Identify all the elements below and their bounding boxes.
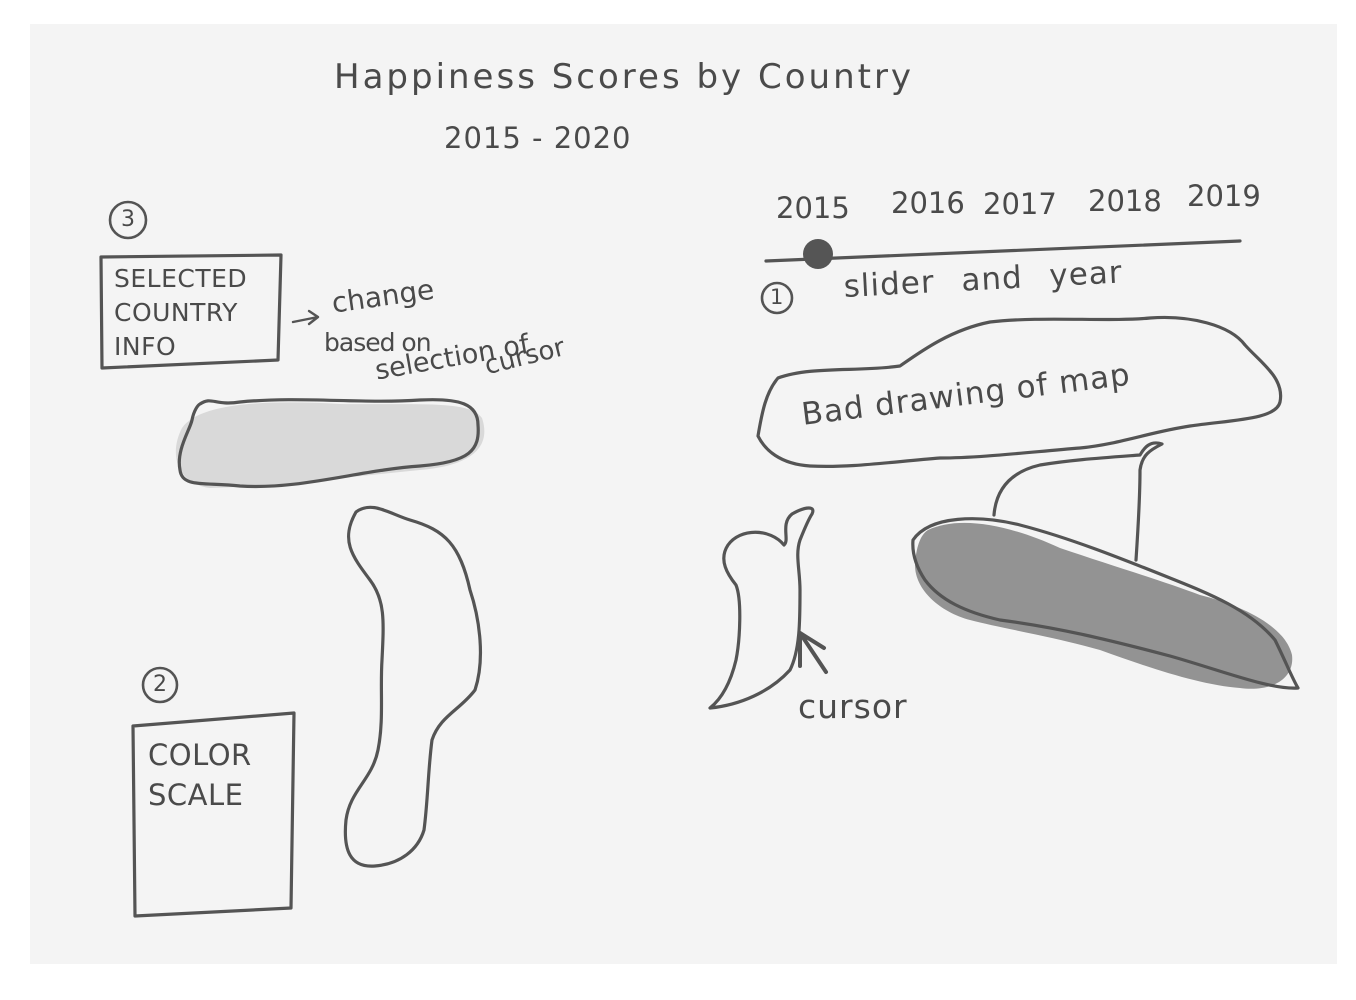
year-tick-2018[interactable]: 2018 (1088, 187, 1162, 216)
slider-number: 1 (770, 285, 784, 309)
slider-track[interactable] (764, 239, 1242, 263)
page-title: Happiness Scores by Country (334, 57, 915, 97)
dark-country-blob (915, 522, 1293, 689)
color-scale-label: COLOR SCALE (148, 738, 252, 812)
legend-number: 2 (153, 672, 167, 697)
continent-shape-tall (343, 505, 483, 868)
year-tick-2016[interactable]: 2016 (891, 189, 965, 218)
selected-country-info-label: SELECTED COUNTRY INFO (114, 264, 248, 361)
page-subtitle: 2015 - 2020 (444, 121, 632, 155)
year-tick-2015[interactable]: 2015 (776, 194, 850, 223)
year-tick-2019[interactable]: 2019 (1187, 182, 1261, 211)
selected-highlight-blob (175, 402, 485, 488)
cursor-label: cursor (798, 687, 908, 726)
country-shape-beak (708, 506, 815, 710)
slider-handle[interactable] (803, 239, 833, 269)
sketch-drawing (99, 200, 1300, 918)
cursor-arrow-icon (798, 631, 828, 674)
info-number: 3 (121, 207, 135, 232)
note-arrow-icon (291, 309, 320, 326)
year-tick-2017[interactable]: 2017 (983, 190, 1057, 219)
